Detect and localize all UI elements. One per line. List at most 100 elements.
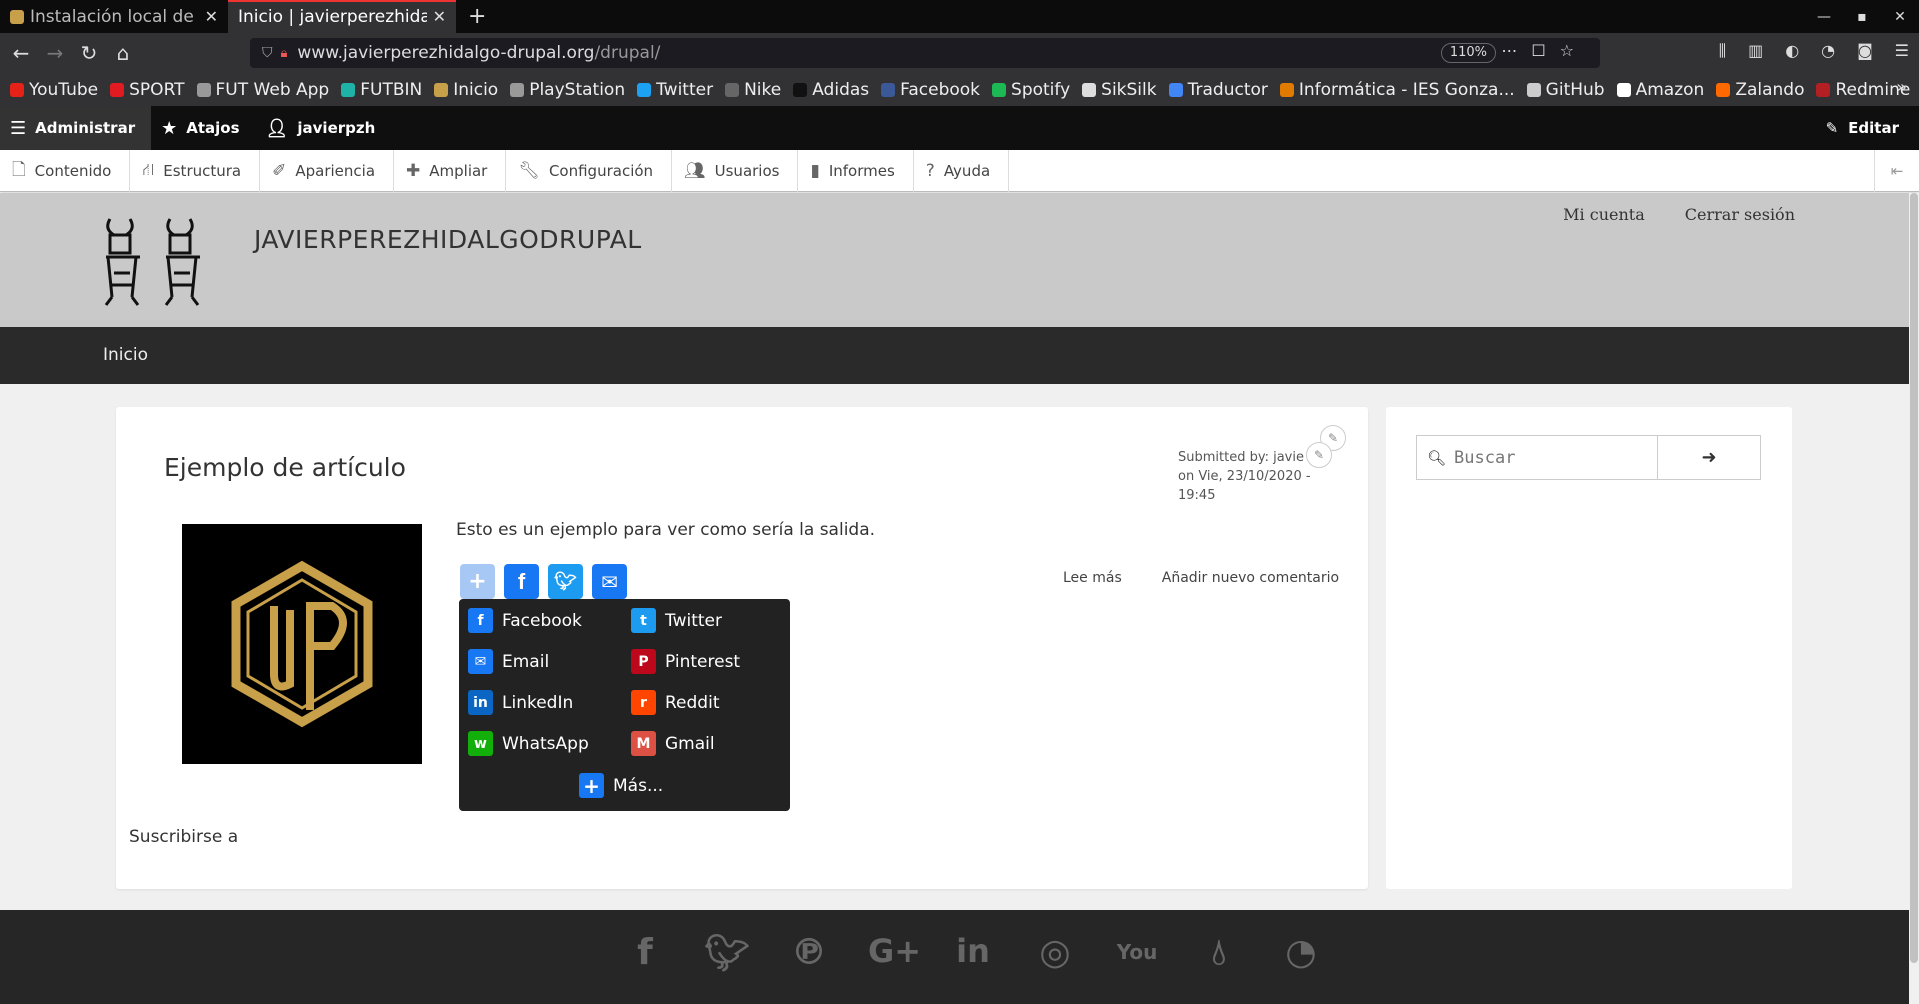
bookmark-item[interactable]: FUT Web App (196, 80, 329, 100)
manage-menu[interactable]: ☰ Administrar (0, 106, 152, 150)
share-menu-label: Reddit (665, 692, 720, 713)
url-bar[interactable]: ⛉ 🔒︎ www.javierperezhidalgo-drupal.org/d… (250, 38, 1600, 68)
share-menu-item[interactable]: in LinkedIn (468, 690, 573, 715)
bookmark-item[interactable]: Facebook (881, 80, 980, 100)
browser-tab-active[interactable]: Inicio | javierperezhidalgo ✕ (228, 0, 456, 33)
bookmark-item[interactable]: PlayStation (510, 80, 625, 100)
tray-item-help[interactable]: ? Ayuda (914, 150, 1010, 192)
tray-label: Informes (828, 162, 895, 180)
my-account-link[interactable]: Mi cuenta (1563, 205, 1645, 224)
bookmark-item[interactable]: Traductor (1168, 80, 1268, 100)
twitter-share-icon[interactable]: 🐦︎ (548, 564, 583, 599)
pinterest-icon[interactable]: ℗ (786, 932, 832, 974)
share-menu-item[interactable]: ✉ Email (468, 649, 549, 674)
nav-home-link[interactable]: Inicio (103, 345, 148, 365)
page-scrollbar[interactable] (1909, 193, 1919, 1004)
insecure-lock-icon[interactable]: 🔒︎ (281, 46, 288, 61)
user-menu[interactable]: 👤︎ javierpzh (256, 106, 392, 150)
extension-icon[interactable]: ◐ (1785, 41, 1799, 61)
site-logo[interactable] (100, 213, 218, 309)
bookmark-item[interactable]: Nike (725, 80, 781, 100)
drupal-icon[interactable]: 💧︎ (1196, 932, 1242, 974)
new-tab-button[interactable]: + (456, 0, 498, 33)
bookmark-item[interactable]: SikSilk (1082, 80, 1157, 100)
site-name[interactable]: JAVIERPEREZHIDALGODRUPAL (254, 225, 642, 254)
tray-item-people[interactable]: 👥︎ Usuarios (672, 150, 799, 192)
sidebar-icon[interactable]: ▥ (1748, 41, 1763, 61)
home-icon[interactable]: ⌂ (106, 41, 140, 65)
shield-icon[interactable]: ⛉ (262, 45, 273, 61)
edit-button[interactable]: ✎ Editar (1826, 106, 1899, 150)
share-menu-item[interactable]: t Twitter (631, 608, 722, 633)
bookmark-item[interactable]: Amazon (1616, 79, 1705, 100)
bookmark-item[interactable]: Adidas (793, 80, 869, 100)
search-submit-button[interactable]: ➜ (1658, 436, 1760, 479)
twitter-icon[interactable]: 🐦︎ (704, 932, 750, 974)
bookmark-item[interactable]: Twitter (637, 80, 713, 100)
bookmark-label: YouTube (29, 79, 99, 100)
library-icon[interactable]: ⫼ (1719, 41, 1726, 61)
page-actions[interactable]: ⋯☐☆ (1501, 41, 1588, 60)
bookmark-item[interactable]: YouTube (10, 80, 98, 100)
bookmark-item[interactable]: Informática - IES Gonza... (1279, 80, 1515, 100)
extension-icon[interactable]: ◙ (1857, 41, 1873, 61)
bookmark-item[interactable]: GitHub (1526, 80, 1605, 100)
bookmark-label: Amazon (1635, 79, 1705, 100)
shortcuts-menu[interactable]: ★ Atajos (151, 106, 255, 150)
scrollbar-thumb[interactable] (1910, 193, 1918, 963)
tray-item-reports[interactable]: ▮ Informes (798, 150, 914, 192)
bookmark-favicon-icon (1816, 82, 1831, 97)
instagram-icon[interactable]: ◎ (1032, 932, 1078, 974)
youtube-icon[interactable]: You (1114, 932, 1160, 974)
rss-icon[interactable]: ◔ (1278, 932, 1324, 974)
menu-icon[interactable]: ☰ (1895, 41, 1909, 61)
gmail-icon: M (631, 731, 656, 756)
share-menu-item[interactable]: P Pinterest (631, 649, 740, 674)
add-comment-link[interactable]: Añadir nuevo comentario (1162, 570, 1339, 586)
share-plus-icon[interactable]: + (460, 564, 495, 599)
back-icon[interactable]: ← (4, 41, 38, 65)
close-tab-icon[interactable]: ✕ (433, 7, 446, 26)
tray-item-structure[interactable]: ⛙ Estructura (130, 150, 261, 192)
close-tab-icon[interactable]: ✕ (205, 7, 218, 26)
facebook-share-icon[interactable]: f (504, 564, 539, 599)
email-share-icon[interactable]: ✉ (592, 564, 627, 599)
share-more-button[interactable]: + Más... (579, 773, 663, 798)
reload-icon[interactable]: ↻ (72, 41, 106, 65)
bookmark-item[interactable]: FUTBIN (341, 80, 422, 100)
tray-orientation-toggle[interactable]: ⇤ (1874, 150, 1919, 192)
linkedin-icon[interactable]: in (950, 932, 996, 974)
read-more-link[interactable]: Lee más (1063, 570, 1122, 586)
arrow-right-icon: ➜ (1701, 447, 1717, 468)
share-menu-item[interactable]: f Facebook (468, 608, 582, 633)
share-menu-label: Pinterest (665, 651, 741, 672)
search-input[interactable]: 🔍︎ Buscar (1417, 436, 1658, 479)
maximize-icon[interactable]: ▪ (1843, 9, 1881, 25)
logout-link[interactable]: Cerrar sesión (1685, 205, 1795, 224)
bookmark-item[interactable]: SPORT (110, 80, 185, 100)
share-menu-item[interactable]: M Gmail (631, 731, 715, 756)
browser-tab-bar: Instalación local de un ✕ Inicio | javie… (0, 0, 1919, 33)
share-menu-label: WhatsApp (502, 733, 589, 754)
bookmark-item[interactable]: Zalando (1716, 80, 1804, 100)
tray-item-content[interactable]: 🗋︎ Contenido (0, 150, 131, 192)
article-title[interactable]: Ejemplo de artículo (164, 453, 406, 482)
google-plus-icon[interactable]: G+ (868, 932, 921, 974)
close-window-icon[interactable]: ✕ (1881, 9, 1919, 25)
bookmark-item[interactable]: Spotify (992, 80, 1070, 100)
bookmarks-overflow-icon[interactable]: » (1896, 77, 1907, 98)
contextual-edit-icon[interactable]: ✎ (1306, 442, 1332, 468)
tray-item-appearance[interactable]: ✐ Apariencia (260, 150, 395, 192)
browser-tab[interactable]: Instalación local de un ✕ (0, 0, 228, 33)
extension-icon[interactable]: ◔ (1821, 41, 1835, 61)
share-menu-item[interactable]: r Reddit (631, 690, 719, 715)
zoom-level[interactable]: 110% (1440, 43, 1496, 63)
forward-icon[interactable]: → (38, 41, 72, 65)
tray-item-extend[interactable]: ✚ Ampliar (394, 150, 507, 192)
tray-item-configuration[interactable]: 🔧︎ Configuración (506, 150, 673, 192)
facebook-icon[interactable]: f (622, 932, 668, 974)
share-menu-item[interactable]: w WhatsApp (468, 731, 589, 756)
bookmark-item[interactable]: Inicio (434, 80, 498, 100)
url-path: /drupal/ (594, 43, 661, 63)
minimize-icon[interactable]: — (1805, 9, 1843, 25)
